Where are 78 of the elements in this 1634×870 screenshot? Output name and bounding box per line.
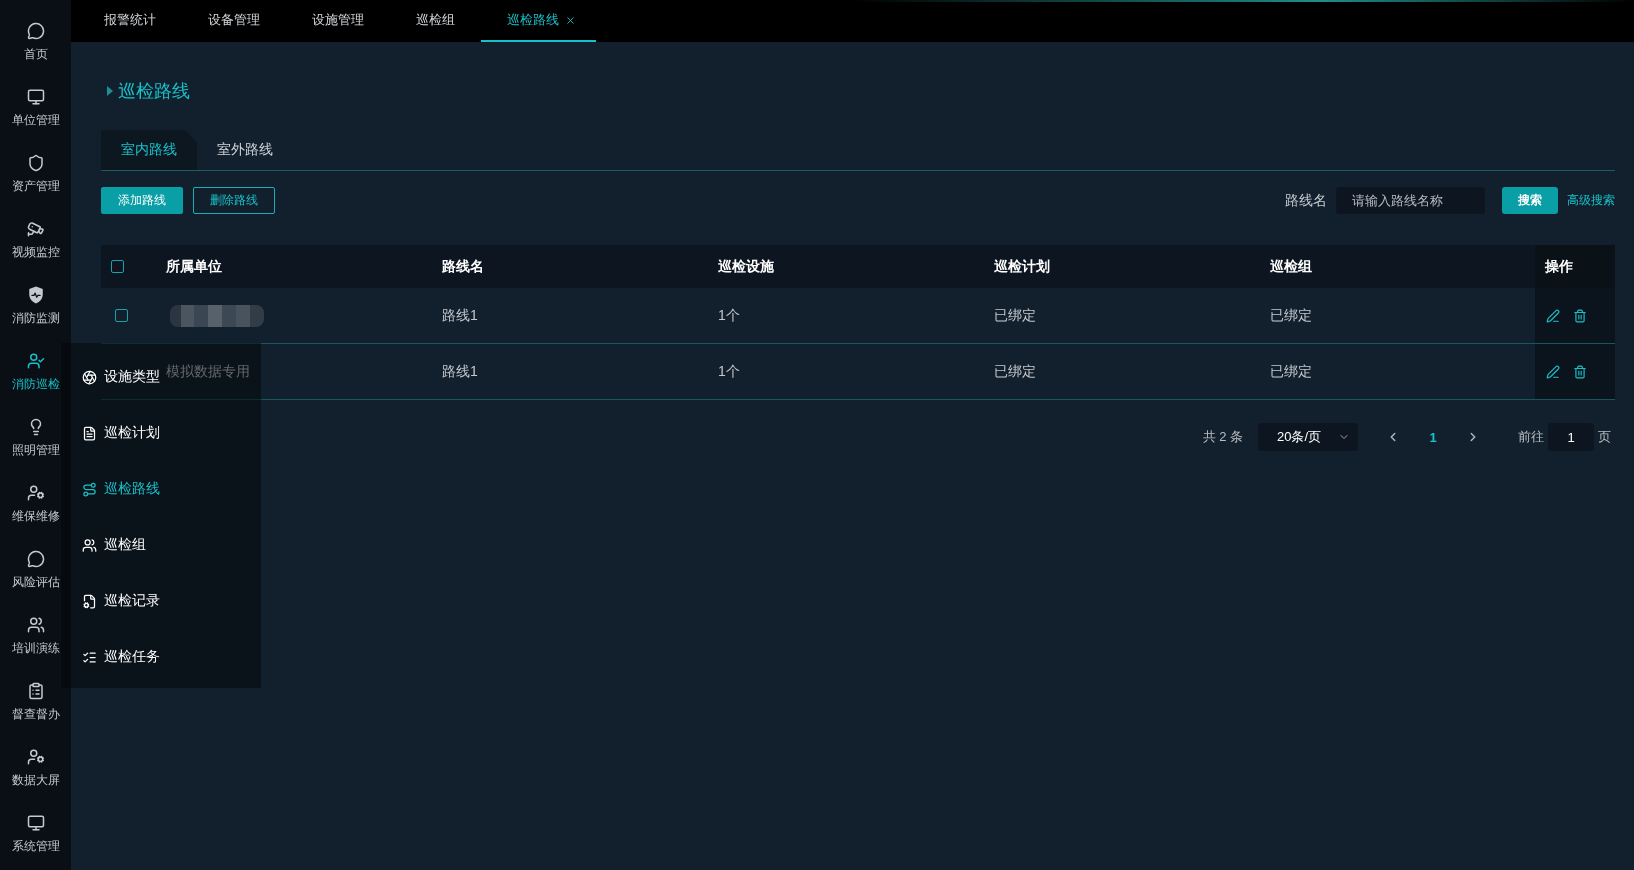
delete-icon[interactable] — [1573, 364, 1587, 379]
route-tab[interactable]: 室外路线 — [197, 130, 293, 170]
sidebar-item[interactable]: 培训演练 — [0, 594, 71, 660]
sidebar-item[interactable]: 照明管理 — [0, 396, 71, 462]
column-header: 路线名 — [441, 256, 485, 276]
sidebar-item[interactable]: 消防巡检 — [0, 330, 71, 396]
chat-bubble-icon — [26, 22, 45, 40]
edit-icon[interactable] — [1546, 308, 1560, 323]
row-checkbox[interactable] — [115, 309, 128, 322]
delete-icon[interactable] — [1573, 308, 1587, 323]
tab[interactable]: 巡检组 — [390, 0, 481, 42]
sidebar-item[interactable]: 系统管理 — [0, 792, 71, 858]
sidebar-item[interactable]: 视频监控 — [0, 198, 71, 264]
table-cell-text: 已绑定 — [1269, 305, 1313, 325]
tab[interactable]: 设备管理 — [182, 0, 286, 42]
table-cell-text: 路线1 — [441, 361, 479, 381]
table-cell-text: 1个 — [717, 361, 741, 381]
edit-icon[interactable] — [1546, 364, 1560, 379]
sidebar-item[interactable]: 资产管理 — [0, 132, 71, 198]
submenu-item[interactable]: 巡检组 — [82, 517, 146, 573]
users-icon — [82, 537, 97, 553]
sidebar-item[interactable]: 督查督办 — [0, 660, 71, 726]
table-cell-text: 已绑定 — [993, 305, 1037, 325]
column-header: 所属单位 — [165, 256, 223, 276]
user-check-icon — [26, 352, 45, 370]
route-name-search-field[interactable]: 请输入路线名称 — [1336, 187, 1485, 214]
user-gear-icon — [26, 484, 45, 502]
clipboard-icon — [26, 682, 45, 700]
delete-route-button[interactable]: 删除路线 — [193, 187, 275, 214]
sidebar-item[interactable]: 首页 — [0, 0, 71, 66]
table-cell-text: 模拟数据专用 — [165, 361, 251, 381]
search-label: 路线名 — [1285, 191, 1327, 210]
page-title: 巡检路线 — [118, 80, 190, 103]
monitor-icon — [26, 88, 45, 106]
sidebar-item[interactable]: 单位管理 — [0, 66, 71, 132]
users-icon — [26, 616, 45, 634]
route-icon — [82, 481, 97, 497]
sidebar-item[interactable]: 维保维修 — [0, 462, 71, 528]
submenu-item[interactable]: 巡检计划 — [82, 405, 160, 461]
shield-icon — [26, 154, 45, 172]
tab[interactable]: 报警统计 — [78, 0, 182, 42]
submenu-item[interactable]: 巡检路线 — [82, 461, 160, 517]
select-all-checkbox[interactable] — [111, 260, 124, 273]
close-icon[interactable] — [565, 14, 576, 26]
cctv-camera-icon — [26, 220, 45, 238]
page-size-select[interactable]: 20条/页 — [1258, 423, 1358, 451]
submenu-item[interactable]: 巡检任务 — [82, 629, 160, 685]
table-cell-text: 1个 — [717, 305, 741, 325]
monitor-icon — [26, 814, 45, 832]
page-suffix: 页 — [1598, 428, 1611, 446]
advanced-search-link[interactable]: 高级搜索 — [1567, 192, 1615, 209]
user-gear-icon — [26, 748, 45, 766]
document-gear-icon — [82, 593, 97, 609]
aperture-icon — [82, 369, 97, 385]
route-tab[interactable]: 室内路线 — [101, 130, 197, 170]
chat-bubble-icon — [26, 550, 45, 568]
sidebar-item[interactable]: 风险评估 — [0, 528, 71, 594]
page-jump-field[interactable]: 1 — [1548, 423, 1594, 451]
checklist-icon — [82, 649, 97, 665]
submenu-item[interactable]: 巡检记录 — [82, 573, 160, 629]
submenu-item[interactable]: 设施类型 — [82, 349, 160, 405]
page-number[interactable]: 1 — [1429, 429, 1437, 445]
tab[interactable]: 巡检路线 — [481, 0, 596, 42]
tab[interactable]: 设施管理 — [286, 0, 390, 42]
triangle-marker-icon — [107, 86, 113, 96]
table-cell-text: 已绑定 — [1269, 361, 1313, 381]
sidebar-item[interactable]: 消防监测 — [0, 264, 71, 330]
goto-label: 前往 — [1518, 428, 1544, 446]
shield-pulse-icon — [26, 286, 45, 304]
total-count: 共 2 条 — [1202, 428, 1243, 446]
column-header: 巡检组 — [1269, 256, 1313, 276]
document-icon — [82, 425, 97, 441]
column-header: 巡检计划 — [993, 256, 1051, 276]
table-cell-text: 路线1 — [441, 305, 479, 325]
column-header: 巡检设施 — [717, 256, 775, 276]
sidebar-item[interactable]: 数据大屏 — [0, 726, 71, 792]
table-cell-text: 已绑定 — [993, 361, 1037, 381]
column-header: 操作 — [1535, 245, 1615, 288]
